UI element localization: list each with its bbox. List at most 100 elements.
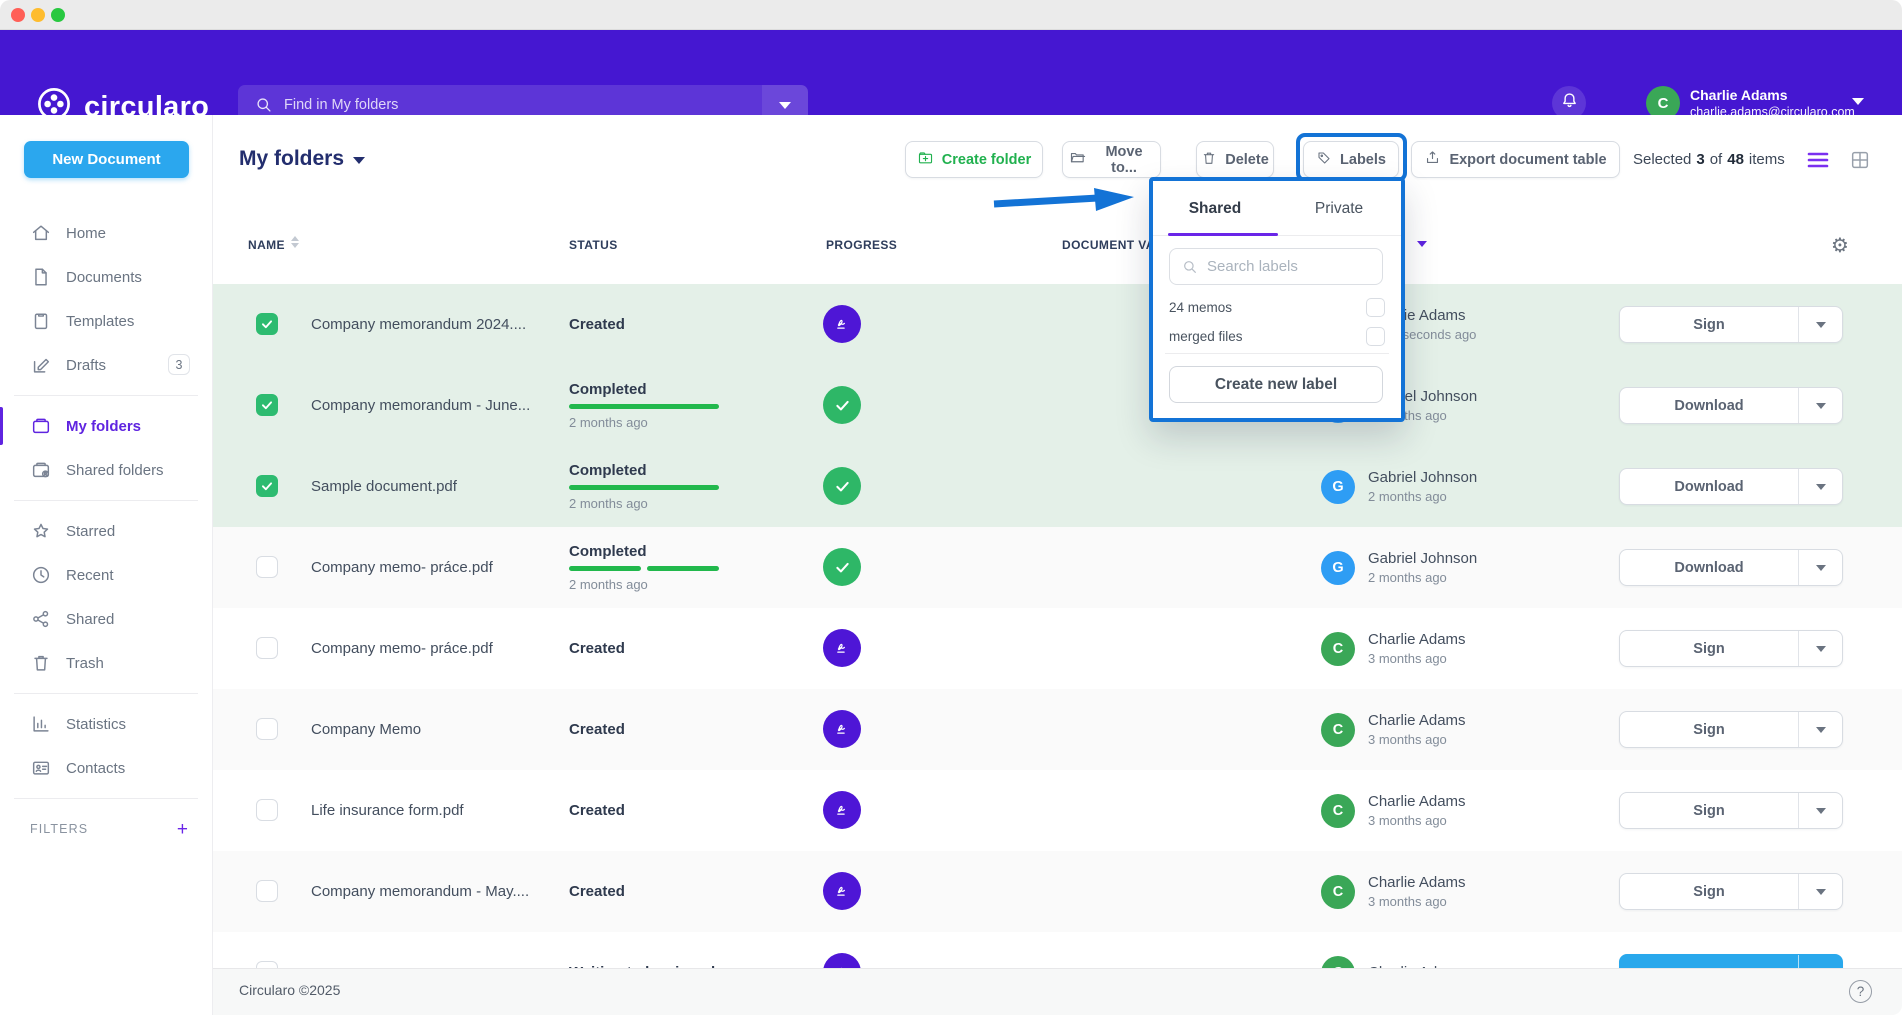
page-title-dropdown[interactable]: My folders [239,147,365,171]
popover-divider [1165,353,1389,354]
table-row[interactable]: Sample document.pdfCompleted2 months ago… [213,446,1902,527]
labels-tab-private[interactable]: Private [1277,189,1401,229]
create-new-label-button[interactable]: Create new label [1169,366,1383,403]
sidebar: New Document HomeDocumentsTemplatesDraft… [0,115,213,1015]
labels-tabs: SharedPrivate [1153,189,1401,229]
document-name: Company memorandum 2024.... [311,284,526,365]
table-row[interactable]: Company memorandum - May....CreatedCChar… [213,851,1902,932]
labels-button[interactable]: Labels [1303,141,1399,178]
action-label: Download [1620,469,1798,504]
status-cell: Completed2 months ago [569,365,719,446]
status-cell: Created [569,284,625,365]
row-checkbox[interactable] [256,718,278,740]
home-icon [30,222,52,244]
search-input[interactable] [274,97,762,113]
sidebar-item-trash[interactable]: Trash [0,641,212,685]
sidebar-item-recent[interactable]: Recent [0,553,212,597]
action-dropdown-caret[interactable] [1798,550,1842,585]
download-action-button[interactable]: Download [1619,387,1843,424]
sidebar-item-drafts[interactable]: Drafts3 [0,343,212,387]
progress-complete-icon [823,548,861,586]
labels-popover: SharedPrivate 24 memosmerged files Creat… [1149,177,1405,422]
status-text: Completed [569,381,719,398]
row-checkbox[interactable] [256,394,278,416]
label-checkbox[interactable] [1366,298,1385,317]
row-checkbox[interactable] [256,475,278,497]
action-dropdown-caret[interactable] [1798,793,1842,828]
download-action-button[interactable]: Download [1619,549,1843,586]
sidebar-item-my-folders[interactable]: My folders [0,404,212,448]
move-to-button[interactable]: Move to... [1062,141,1161,178]
sign-action-button[interactable]: Sign [1619,711,1843,748]
user-menu-caret-icon[interactable] [1852,98,1864,105]
column-header-progress[interactable]: PROGRESS [826,231,897,259]
label-item[interactable]: merged files [1153,322,1401,351]
action-dropdown-caret[interactable] [1798,712,1842,747]
column-header-status[interactable]: STATUS [569,231,618,259]
chevron-down-icon [779,102,791,109]
sidebar-item-shared-folders[interactable]: Shared folders [0,448,212,492]
sign-action-button[interactable]: Sign [1619,630,1843,667]
labels-tab-shared[interactable]: Shared [1153,189,1277,229]
table-row[interactable]: Company memorandum 2024....CreatedCCharl… [213,284,1902,365]
new-document-button[interactable]: New Document [24,141,189,178]
document-icon [30,266,52,288]
status-cell: Created [569,770,625,851]
progress-signature-icon [823,305,861,343]
sidebar-item-statistics[interactable]: Statistics [0,702,212,746]
close-button[interactable] [11,8,25,22]
progress-bar [569,404,719,409]
table-row[interactable]: Company memorandum - June...Completed2 m… [213,365,1902,446]
table-row[interactable]: Life insurance form.pdfCreatedCCharlie A… [213,770,1902,851]
add-filter-button[interactable]: + [177,820,188,839]
labels-search-input[interactable] [1199,258,1382,275]
table-row[interactable]: Company MemoCreatedCCharlie Adams3 month… [213,689,1902,770]
modified-by-cell: Charlie Adams3 months ago [1368,770,1466,851]
action-dropdown-caret[interactable] [1798,307,1842,342]
sidebar-item-templates[interactable]: Templates [0,299,212,343]
help-button[interactable]: ? [1849,980,1872,1003]
grid-view-button[interactable] [1848,148,1872,172]
sidebar-divider [14,693,198,694]
create-folder-button[interactable]: Create folder [905,141,1043,178]
sidebar-item-home[interactable]: Home [0,211,212,255]
sign-action-button[interactable]: Sign [1619,873,1843,910]
sidebar-item-contacts[interactable]: Contacts [0,746,212,790]
row-checkbox[interactable] [256,313,278,335]
delete-button[interactable]: Delete [1196,141,1274,178]
modified-by-cell: Charlie Adams3 months ago [1368,851,1466,932]
action-label: Sign [1620,712,1798,747]
sign-action-button[interactable]: Sign [1619,306,1843,343]
label-item[interactable]: 24 memos [1153,293,1401,322]
sign-action-button[interactable]: Sign [1619,792,1843,829]
label-checkbox[interactable] [1366,327,1385,346]
table-settings-gear-icon[interactable]: ⚙ [1831,231,1849,259]
statistics-icon [30,713,52,735]
list-view-button[interactable] [1806,148,1830,172]
export-document-table-button[interactable]: Export document table [1411,141,1620,178]
action-label: Sign [1620,793,1798,828]
minimize-button[interactable] [31,8,45,22]
row-checkbox[interactable] [256,637,278,659]
action-label: Download [1620,388,1798,423]
row-checkbox[interactable] [256,799,278,821]
sidebar-item-shared[interactable]: Shared [0,597,212,641]
sidebar-item-starred[interactable]: Starred [0,509,212,553]
folder-plus-icon [917,149,934,170]
download-action-button[interactable]: Download [1619,468,1843,505]
sort-icon[interactable] [291,236,299,248]
row-checkbox[interactable] [256,556,278,578]
table-row[interactable]: Company memo- práce.pdfCompleted2 months… [213,527,1902,608]
table-row[interactable]: Company memo- práce.pdfCreatedCCharlie A… [213,608,1902,689]
app-window: circularo C Charlie Adams charlie.adams@… [0,0,1902,1015]
sidebar-item-documents[interactable]: Documents [0,255,212,299]
action-dropdown-caret[interactable] [1798,631,1842,666]
row-checkbox[interactable] [256,880,278,902]
action-dropdown-caret[interactable] [1798,469,1842,504]
action-dropdown-caret[interactable] [1798,388,1842,423]
document-name: Company memorandum - May.... [311,851,529,932]
column-header-name[interactable]: NAME [248,231,285,259]
action-dropdown-caret[interactable] [1798,874,1842,909]
zoom-button[interactable] [51,8,65,22]
chevron-down-icon [1816,484,1826,490]
